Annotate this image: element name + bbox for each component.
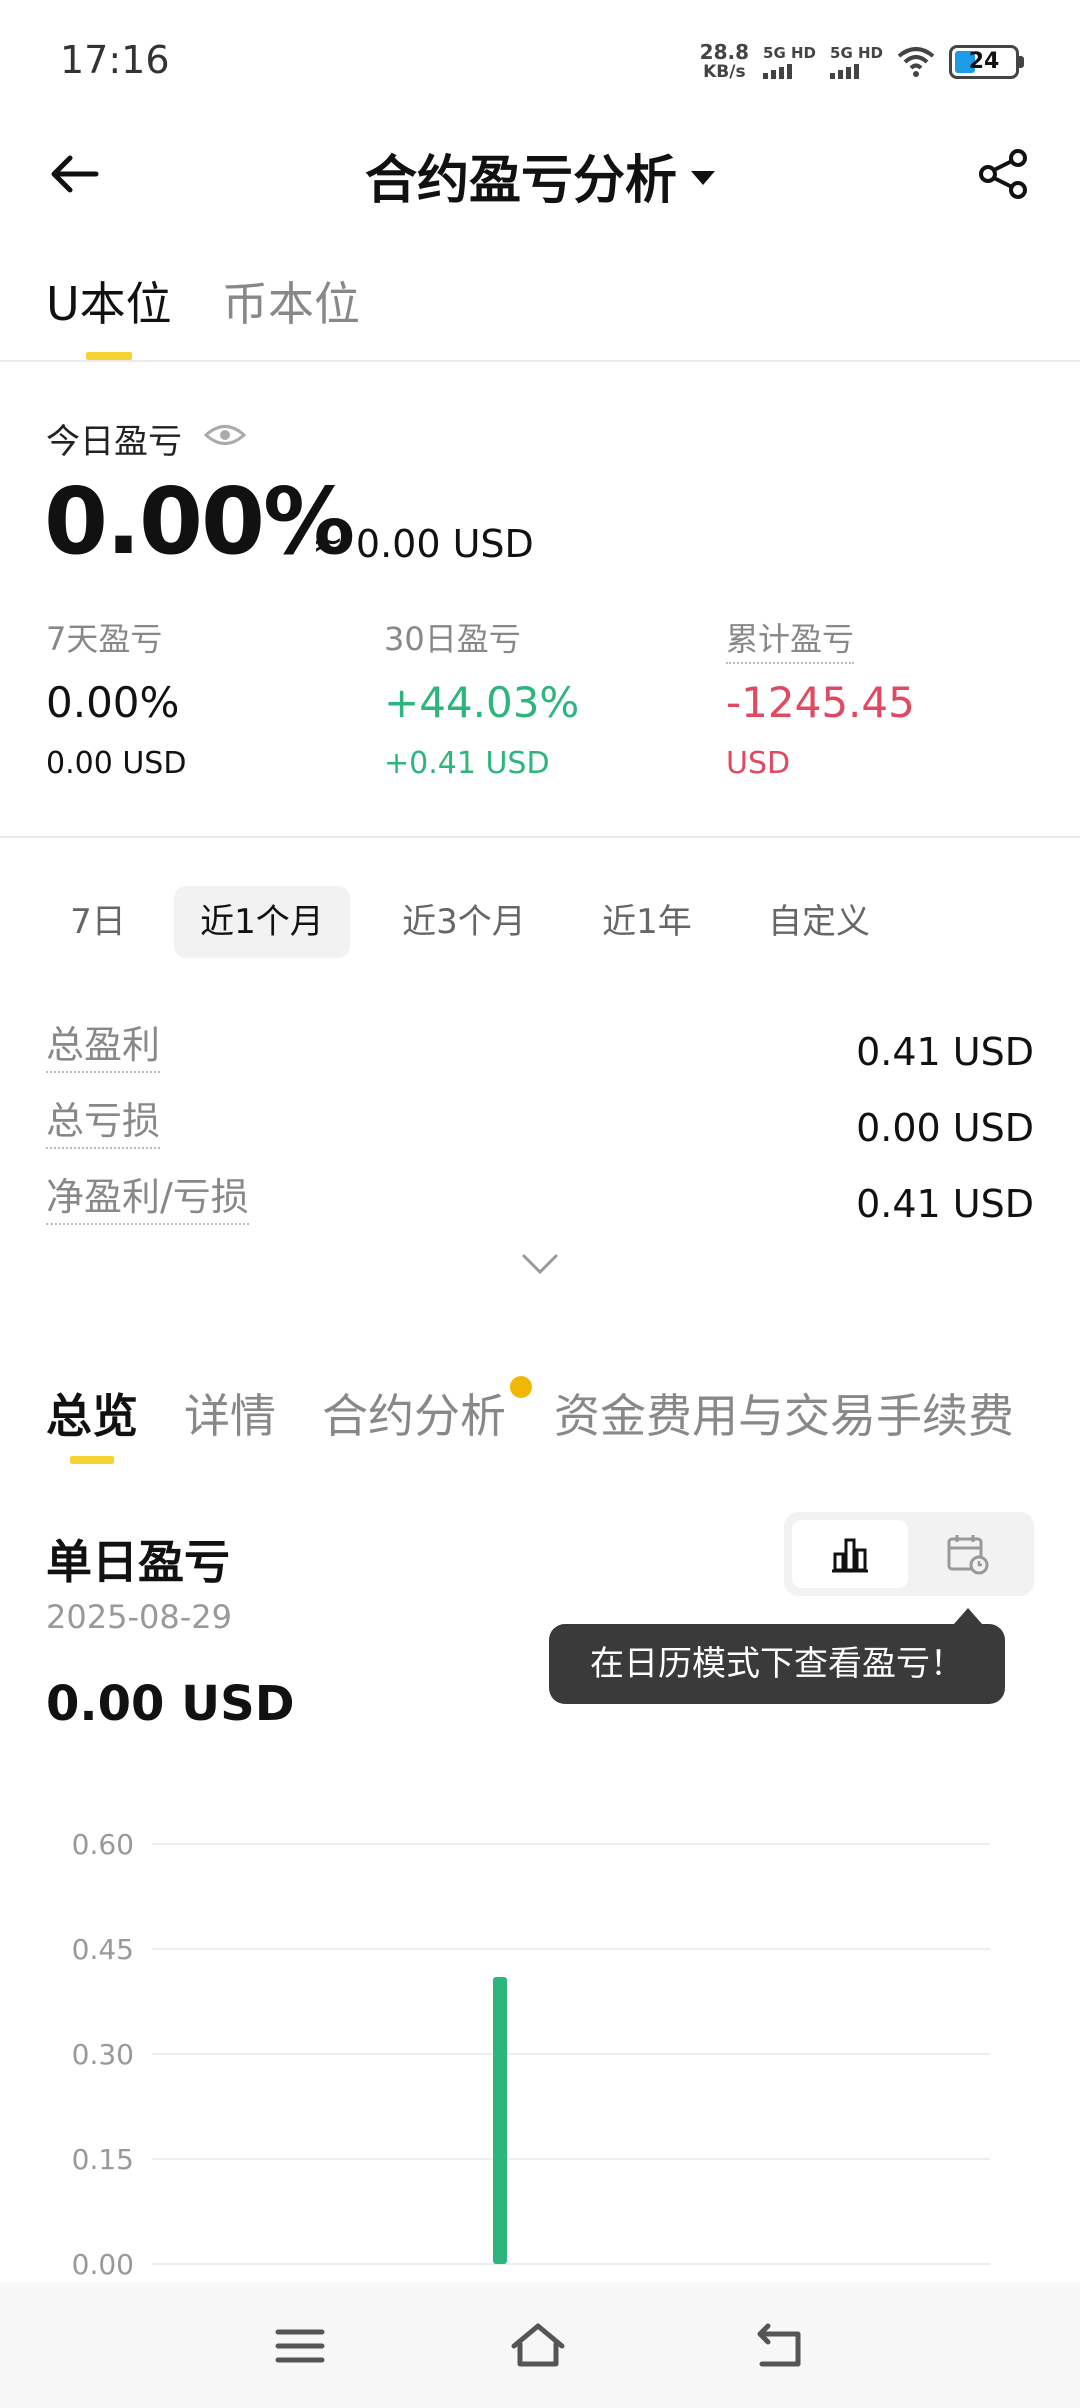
tab-overview[interactable]: 总览: [46, 1380, 138, 1446]
dropdown-caret-icon: [691, 171, 715, 185]
menu-icon[interactable]: [272, 2318, 328, 2374]
y-tick-label: 0.15: [72, 2143, 134, 2176]
period-1y[interactable]: 近1年: [574, 886, 720, 958]
net-pnl-value: 0.41 USD: [856, 1182, 1034, 1226]
total-loss-label[interactable]: 总亏损: [46, 1090, 161, 1149]
total-loss-value: 0.00 USD: [856, 1106, 1034, 1150]
y-tick-label: 0.45: [72, 1933, 134, 1966]
net-pnl-label[interactable]: 净盈利/亏损: [46, 1166, 249, 1225]
daily-pnl-date: 2025-08-29: [46, 1598, 232, 1636]
wifi-icon: [897, 47, 935, 77]
summary-sub-total: USD: [726, 746, 791, 781]
tooltip-arrow: [954, 1608, 982, 1624]
share-icon[interactable]: [976, 146, 1032, 202]
calendar-tooltip[interactable]: 在日历模式下查看盈亏！: [549, 1624, 1005, 1704]
bar-chart-mode-button[interactable]: [792, 1520, 908, 1588]
divider: [0, 360, 1080, 362]
section-tab-indicator: [70, 1456, 114, 1464]
tab-fees[interactable]: 资金费用与交易手续费: [554, 1380, 1014, 1446]
tab-active-indicator: [86, 352, 132, 360]
period-1m[interactable]: 近1个月: [174, 886, 350, 958]
pnl-bar[interactable]: [493, 1977, 507, 2264]
summary-label-30d: 30日盈亏: [384, 620, 521, 658]
home-icon[interactable]: [510, 2318, 566, 2374]
status-icons: 28.8 KB/s 5G HD 5G HD 24: [700, 38, 1024, 86]
back-nav-icon[interactable]: [752, 2318, 808, 2374]
daily-pnl-value: 0.00 USD: [46, 1676, 295, 1732]
sim1-signal-icon: 5G HD: [763, 45, 816, 79]
total-profit-value: 0.41 USD: [856, 1030, 1034, 1074]
network-speed: 28.8 KB/s: [699, 40, 750, 82]
summary-value-total: -1245.45: [726, 678, 915, 727]
calendar-mode-icon[interactable]: [946, 1532, 990, 1576]
today-pnl-percent: 0.00%: [44, 468, 355, 575]
sim2-signal-icon: 5G HD: [830, 45, 883, 79]
daily-pnl-title: 单日盈亏: [46, 1535, 230, 1589]
period-7d[interactable]: 7日: [46, 886, 150, 958]
tab-u-margined[interactable]: U本位: [46, 268, 172, 334]
divider: [0, 836, 1080, 838]
status-time: 17:16: [60, 38, 170, 82]
chevron-down-icon[interactable]: [520, 1252, 560, 1276]
notification-dot: [510, 1376, 532, 1398]
tab-details[interactable]: 详情: [184, 1380, 276, 1446]
summary-sub-7d: 0.00 USD: [46, 746, 187, 781]
daily-pnl-chart: 0.60 0.45 0.30 0.15 0.00: [72, 1828, 990, 2280]
tab-coin-margined[interactable]: 币本位: [222, 268, 360, 334]
today-pnl-usd: ≈ 0.00 USD: [312, 522, 534, 566]
summary-label-total[interactable]: 累计盈亏: [726, 614, 855, 664]
battery-icon: 24: [949, 45, 1024, 79]
total-profit-label[interactable]: 总盈利: [46, 1014, 161, 1073]
summary-sub-30d: +0.41 USD: [384, 746, 550, 781]
summary-value-7d: 0.00%: [46, 678, 180, 727]
y-tick-label: 0.30: [72, 2038, 134, 2071]
summary-value-30d: +44.03%: [384, 678, 580, 727]
today-pnl-label: 今日盈亏: [46, 422, 182, 462]
y-tick-label: 0.00: [72, 2248, 134, 2280]
tab-contract-analysis[interactable]: 合约分析: [322, 1380, 506, 1446]
eye-icon[interactable]: [204, 418, 246, 452]
bar-chart-icon: [832, 1538, 868, 1573]
summary-label-7d: 7天盈亏: [46, 620, 163, 658]
y-tick-label: 0.60: [72, 1828, 134, 1861]
page-title[interactable]: 合约盈亏分析: [0, 138, 1080, 213]
period-3m[interactable]: 近3个月: [374, 886, 554, 958]
period-custom[interactable]: 自定义: [744, 886, 894, 958]
